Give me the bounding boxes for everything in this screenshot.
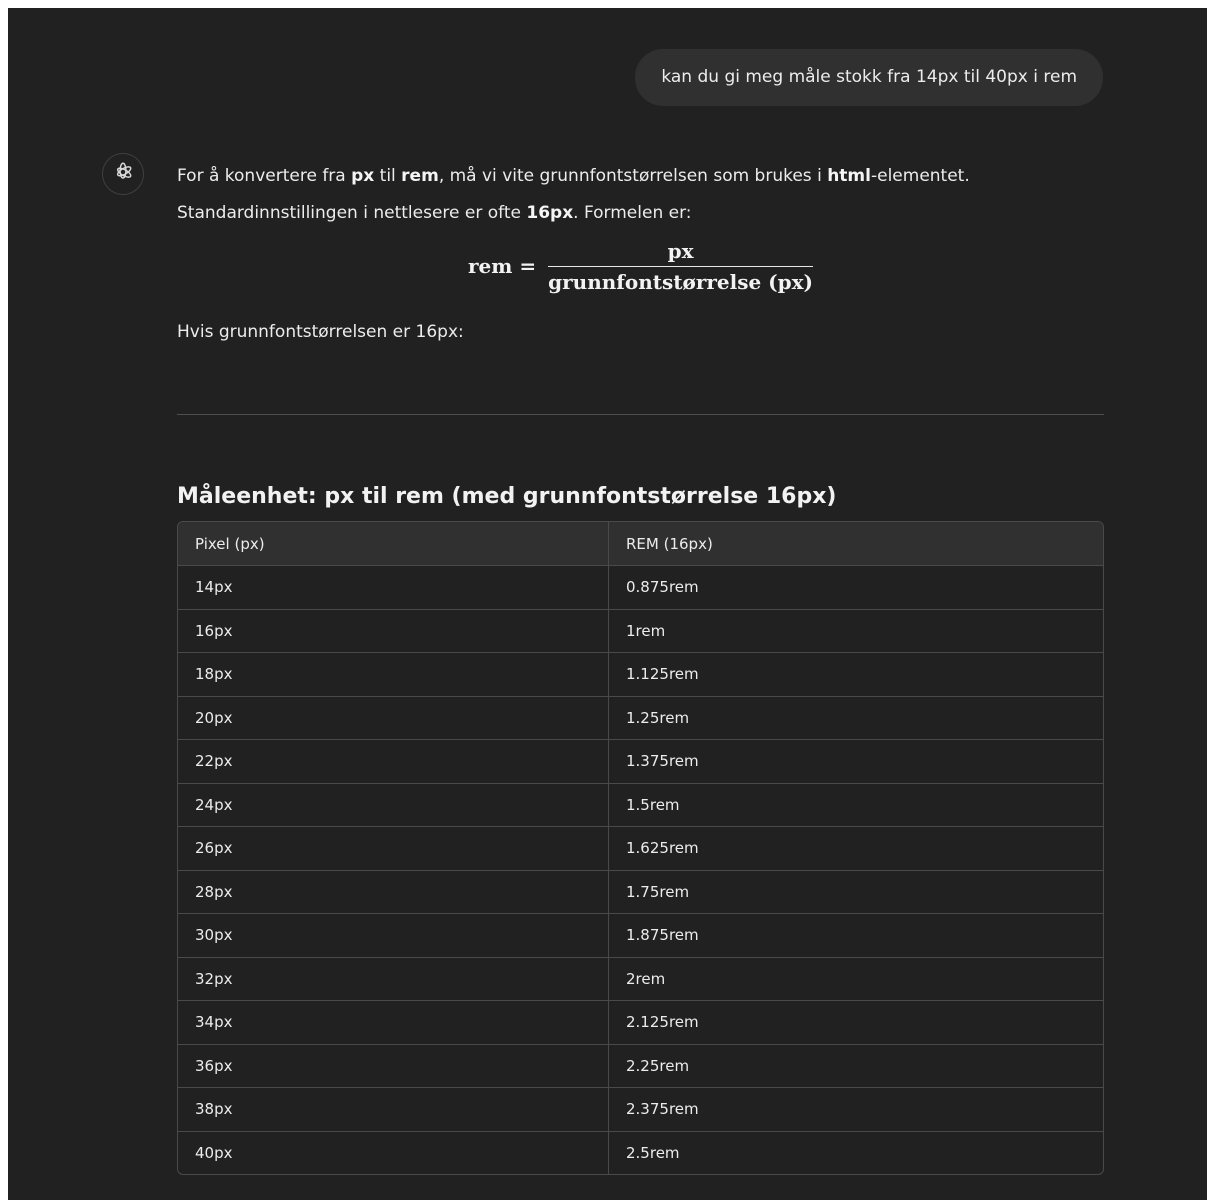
pixel-cell: 30px [178, 913, 609, 958]
table-row: 14px 0.875rem [178, 565, 1103, 610]
pixel-cell: 26px [178, 826, 609, 871]
rem-cell: 2.25rem [608, 1044, 1103, 1088]
conversion-formula: rem = px grunnfontstørrelse (px) [177, 234, 1104, 298]
formula-denominator: grunnfontstørrelse (px) [548, 269, 814, 294]
pixel-cell: 36px [178, 1044, 609, 1088]
user-message-text: kan du gi meg måle stokk fra 14px til 40… [661, 67, 1077, 87]
rem-cell: 2.5rem [626, 1143, 680, 1162]
intro-paragraph: For å konvertere fra px til rem, må vi v… [177, 158, 1104, 232]
table-row: 16px 1rem [178, 609, 1103, 653]
rem-cell: 1.625rem [608, 826, 1103, 871]
pixel-cell: 40px [178, 1131, 609, 1174]
intro-text: -elementet. [870, 166, 970, 186]
pixel-cell: 28px [178, 870, 609, 914]
table-row: 36px 2.25rem [178, 1044, 1103, 1088]
intro-text: . Formelen er: [573, 203, 692, 223]
conversion-table: Pixel (px) REM (16px) 14px 0.875rem 16px 1… [178, 522, 1103, 1174]
formula-lhs: rem = [467, 254, 537, 278]
rem-cell: 1.125rem [608, 652, 1103, 697]
conversion-table-container: Pixel (px) REM (16px) 14px 0.875rem 16px 1… [177, 521, 1104, 1175]
table-row: 24px 1.5rem [178, 783, 1103, 827]
table-row: 26px 1.625rem [178, 826, 1103, 871]
table-row: 38px 2.375rem [178, 1087, 1103, 1132]
rem-cell: 1.25rem [608, 696, 1103, 740]
table-row: 30px 1.875rem [178, 913, 1103, 958]
rem-cell: 2rem [608, 957, 1103, 1001]
assistant-avatar [102, 153, 144, 195]
assistant-message: For å konvertere fra px til rem, må vi v… [177, 158, 1104, 1175]
rem-cell: 1rem [608, 609, 1103, 653]
formula-numerator: px [548, 239, 814, 267]
intro-text: Standardinnstillingen i nettlesere er of… [177, 203, 527, 223]
divider [177, 414, 1104, 415]
rem-cell: 1.5rem [608, 783, 1103, 827]
table-row: 18px 1.125rem [178, 652, 1103, 697]
intro-bold: rem [401, 166, 439, 186]
pixel-cell: 18px [178, 652, 609, 697]
chat-window: kan du gi meg måle stokk fra 14px til 40… [8, 8, 1207, 1200]
formula-fraction: px grunnfontstørrelse (px) [548, 239, 814, 294]
pixel-cell: 38px [178, 1087, 609, 1132]
rem-cell: 2.375rem [608, 1087, 1103, 1132]
table-row: 32px 2rem [178, 957, 1103, 1001]
rem-cell: 2.125rem [608, 1000, 1103, 1045]
table-row: 22px 1.375rem [178, 739, 1103, 784]
openai-logo-icon [112, 161, 134, 188]
column-header-rem: REM (16px) [608, 522, 1103, 566]
table-row: 20px 1.25rem [178, 696, 1103, 740]
pixel-cell: 32px [178, 957, 609, 1001]
pixel-cell: 14px [178, 565, 609, 610]
rem-cell: 0.875rem [608, 565, 1103, 610]
table-row: 34px 2.125rem [178, 1000, 1103, 1045]
intro-bold: 16px [526, 203, 574, 223]
rem-cell: 1.75rem [608, 870, 1103, 914]
rem-cell: 1.375rem [608, 739, 1103, 784]
pixel-cell: 24px [178, 783, 609, 827]
pixel-cell: 16px [178, 609, 609, 653]
intro-text: til [374, 166, 402, 186]
intro-text: , må vi vite grunnfontstørrelsen som bru… [438, 166, 828, 186]
table-row: 40px 2.5rem [178, 1131, 1103, 1174]
column-header-pixel: Pixel (px) [178, 522, 609, 566]
table-header-row: Pixel (px) REM (16px) [178, 522, 1103, 566]
intro-bold: html [827, 166, 871, 186]
pixel-cell: 22px [178, 739, 609, 784]
table-row: 28px 1.75rem [178, 870, 1103, 914]
condition-text: Hvis grunnfontstørrelsen er 16px: [177, 322, 464, 342]
intro-text: For å konvertere fra [177, 166, 352, 186]
table-title: Måleenhet: px til rem (med grunnfontstør… [177, 484, 837, 509]
user-message-bubble: kan du gi meg måle stokk fra 14px til 40… [635, 49, 1103, 106]
pixel-cell: 34px [178, 1000, 609, 1045]
intro-bold: px [351, 166, 375, 186]
pixel-cell: 20px [178, 696, 609, 740]
rem-cell: 1.875rem [608, 913, 1103, 958]
